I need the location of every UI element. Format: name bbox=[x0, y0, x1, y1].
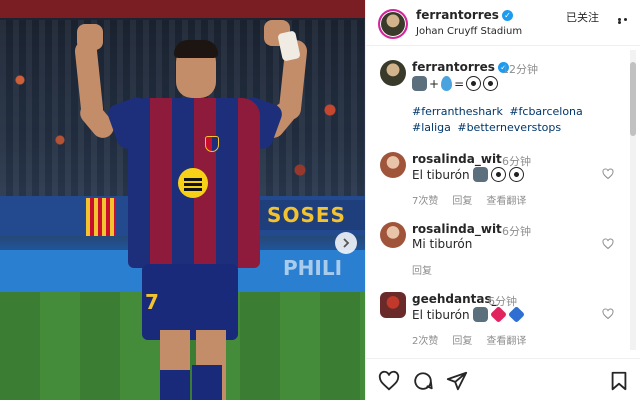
soccer-ball-emoji-icon bbox=[483, 76, 499, 91]
comment-text-body: El tiburón bbox=[412, 167, 470, 182]
post-header: ferrantorres ✓ Johan Cruyff Stadium 已关注 bbox=[366, 0, 640, 46]
more-options-icon[interactable] bbox=[618, 18, 634, 24]
caption-text: + = bbox=[412, 76, 499, 91]
comment-meta: 2次赞 回复 查看翻译 bbox=[412, 332, 526, 347]
heart-icon[interactable] bbox=[602, 308, 614, 320]
comment-text: Mi tiburón bbox=[412, 237, 472, 251]
heart-icon[interactable] bbox=[602, 238, 614, 250]
shark-emoji-icon bbox=[412, 76, 427, 91]
shark-emoji-icon bbox=[472, 307, 488, 322]
shark-emoji-icon bbox=[472, 167, 488, 182]
drop-emoji-icon bbox=[441, 76, 453, 91]
author-username-row[interactable]: ferrantorres ✓ bbox=[416, 8, 513, 22]
commenter-avatar[interactable] bbox=[380, 222, 406, 248]
comment-timestamp: 6分钟 bbox=[502, 225, 531, 238]
comment-reply-button[interactable]: 回复 bbox=[452, 192, 472, 207]
comment-item: rosalinda_wit 6分钟 Mi tiburón 回复 bbox=[366, 222, 626, 282]
comments-scroll-area[interactable]: ferrantorres ✓ 12分钟 + = #ferrantheshark #… bbox=[366, 46, 640, 358]
caption-hashtags: #ferrantheshark #fcbarcelona #laliga #be… bbox=[412, 104, 622, 136]
caption-plus: + bbox=[429, 76, 440, 91]
caption-equals: = bbox=[454, 76, 465, 91]
shirt-sponsor-logo bbox=[178, 168, 208, 198]
comment-reply-button[interactable]: 回复 bbox=[452, 332, 472, 347]
blue-heart-emoji-icon bbox=[507, 306, 525, 323]
commenter-avatar[interactable] bbox=[380, 152, 406, 178]
author-username[interactable]: ferrantorres bbox=[416, 8, 499, 22]
comment-text-body: Mi tiburón bbox=[412, 237, 473, 251]
commenter-username[interactable]: rosalinda_wit bbox=[412, 222, 502, 236]
post-location[interactable]: Johan Cruyff Stadium bbox=[416, 26, 522, 37]
bookmark-icon[interactable] bbox=[608, 370, 630, 392]
comment-translate-button[interactable]: 查看翻译 bbox=[486, 332, 526, 347]
post-photo[interactable]: SOSES PHILI 7 bbox=[0, 0, 365, 400]
soccer-ball-emoji-icon bbox=[490, 167, 506, 182]
author-avatar[interactable] bbox=[378, 9, 408, 39]
commenter-username[interactable]: rosalinda_wit bbox=[412, 152, 502, 166]
shirt-number: 7 bbox=[145, 290, 159, 314]
commenter-avatar[interactable] bbox=[380, 292, 406, 318]
comment-meta: 7次赞 回复 查看翻译 bbox=[412, 192, 526, 207]
post-actions-bar bbox=[366, 358, 640, 400]
comment-reply-button[interactable]: 回复 bbox=[412, 262, 432, 277]
soccer-ball-emoji-icon bbox=[508, 167, 524, 182]
hashtag-link[interactable]: #fcbarcelona bbox=[509, 105, 582, 118]
comment-text: El tiburón bbox=[412, 306, 525, 323]
post-panel: ferrantorres ✓ Johan Cruyff Stadium 已关注 f… bbox=[365, 0, 640, 400]
comment-icon[interactable] bbox=[412, 370, 434, 392]
hashtag-link[interactable]: #ferrantheshark bbox=[412, 105, 503, 118]
commenter-username[interactable]: geehdantas_ bbox=[412, 292, 498, 306]
red-heart-emoji-icon bbox=[489, 306, 507, 323]
comment-item: rosalinda_wit 6分钟 El tiburón 7次赞 回复 查看翻译 bbox=[366, 152, 626, 212]
comment-text: El tiburón bbox=[412, 167, 524, 182]
verified-badge-icon: ✓ bbox=[501, 10, 513, 21]
caption-author-row[interactable]: ferrantorres ✓ bbox=[412, 60, 509, 74]
comment-like-count[interactable]: 7次赞 bbox=[412, 192, 438, 207]
share-icon[interactable] bbox=[446, 370, 468, 392]
hashtag-link[interactable]: #laliga bbox=[412, 121, 451, 134]
following-button[interactable]: 已关注 bbox=[566, 9, 599, 25]
comment-text-body: El tiburón bbox=[412, 307, 470, 322]
heart-icon[interactable] bbox=[378, 370, 400, 392]
player-figure: 7 bbox=[0, 0, 365, 400]
comment-item: geehdantas_ 6分钟 El tiburón 2次赞 回复 查看翻译 bbox=[366, 292, 626, 352]
soccer-ball-emoji-icon bbox=[466, 76, 482, 91]
comment-translate-button[interactable]: 查看翻译 bbox=[486, 192, 526, 207]
chevron-right-icon bbox=[343, 238, 350, 248]
caption-author-avatar[interactable] bbox=[380, 60, 406, 86]
hashtag-link[interactable]: #betterneverstops bbox=[457, 121, 561, 134]
club-crest bbox=[205, 136, 219, 152]
caption-timestamp: 12分钟 bbox=[502, 63, 538, 76]
comment-like-count[interactable]: 2次赞 bbox=[412, 332, 438, 347]
scrollbar-thumb[interactable] bbox=[630, 62, 636, 136]
next-photo-button[interactable] bbox=[335, 232, 357, 254]
comment-meta: 回复 bbox=[412, 262, 432, 277]
heart-icon[interactable] bbox=[602, 168, 614, 180]
caption-author-username[interactable]: ferrantorres bbox=[412, 60, 495, 74]
